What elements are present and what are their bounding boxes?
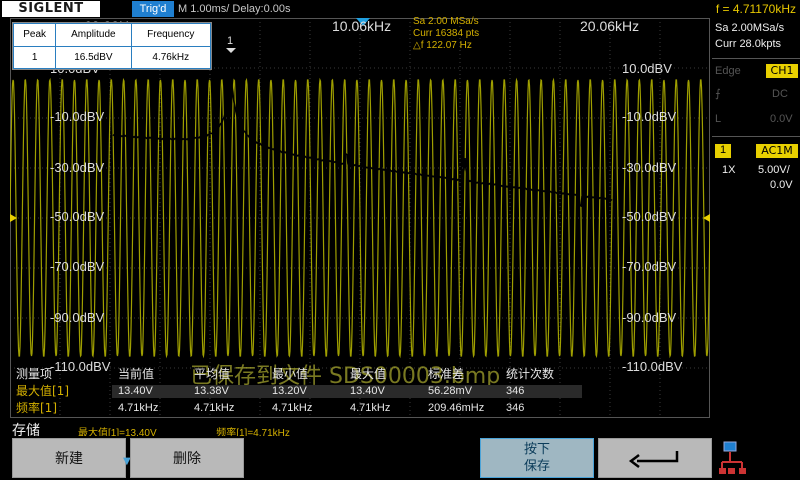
db-label-right: -10.0dBV [622, 109, 677, 124]
freq-label-center: 10.06kHz [332, 18, 392, 34]
peak-table-cell: 1 [12, 45, 57, 69]
meas-value: 13.20V [272, 385, 307, 397]
db-label-right: 10.0dBV [622, 61, 672, 76]
trigger-level: 0.0V [770, 113, 793, 125]
db-label-left: -10.0dBV [50, 109, 105, 124]
right-info-panel: Sa 2.00MSa/s Curr 28.0kpts Edge CH1 ⨍ DC… [712, 18, 800, 436]
meas-name: 最大值[1] [16, 384, 69, 398]
measurement-row: 频率[1] 4.71kHz 4.71kHz 4.71kHz 4.71kHz 20… [12, 402, 602, 416]
measurement-table: 测量项 当前值 平均值 最小值 最大值 标准差 统计次数 最大值[1] 13.4… [12, 366, 602, 418]
peak-table-cell: 4.76kHz [130, 45, 211, 69]
peak-table-header: Frequency [130, 23, 211, 47]
trigger-type[interactable]: Edge [715, 65, 741, 78]
peak-table-header: Peak [12, 23, 57, 47]
meas-name: 频率[1] [16, 401, 57, 415]
channel-1-icon[interactable]: 1 [715, 144, 731, 158]
meas-header: 当前值 [118, 367, 155, 381]
trigger-coupling: DC [772, 88, 788, 100]
meas-value: 4.71kHz [272, 402, 313, 414]
fft-sample-rate: Sa 2.00 MSa/s [413, 16, 479, 27]
save-button[interactable]: 按下 保存 [480, 438, 594, 478]
delete-button[interactable]: 删除 [130, 438, 244, 478]
db-label-left: -30.0dBV [50, 160, 105, 175]
db-label-right: -90.0dBV [622, 310, 677, 325]
network-icon [719, 441, 746, 474]
panel-divider [712, 136, 800, 137]
peak-marker-label: 1 [227, 35, 233, 47]
meas-header: 标准差 [428, 367, 465, 381]
channel-scale: 5.00V/ [758, 164, 790, 176]
acq-sample-rate: Sa 2.00MSa/s [715, 22, 785, 34]
return-arrow-icon [628, 451, 679, 468]
new-button-label: 新建 [55, 451, 83, 467]
channel-probe: 1X [722, 164, 736, 176]
meas-value: 346 [506, 385, 525, 397]
panel-divider [712, 58, 800, 59]
peak-table: Peak Amplitude Frequency 1 16.5dBV 4.76k… [12, 22, 212, 70]
peak-table-header: Amplitude [55, 23, 132, 47]
trigger-level-icon: L [715, 113, 722, 125]
fft-points: Curr 16384 pts [413, 28, 480, 39]
db-label-left: -50.0dBV [50, 209, 105, 224]
scope-display[interactable]: 1 60.00Hz 10.06kHz 20.06kHz 10.0dBV -10.… [10, 18, 710, 418]
save-button-line1: 按下 [523, 442, 550, 457]
trigger-slope-icon: ⨍ [715, 88, 721, 100]
meas-value: 209.46mHz [428, 402, 485, 414]
peak-table-cell: 16.5dBV [55, 45, 132, 69]
delete-button-label: 删除 [173, 451, 201, 467]
db-label-right: -110.0dBV [622, 359, 683, 374]
peak-marker-arrow [226, 48, 236, 53]
meas-header: 最小值 [272, 367, 309, 381]
meas-value: 13.40V [118, 385, 153, 397]
fft-info: Sa 2.00 MSa/s Curr 16384 pts △f 122.07 H… [413, 16, 479, 52]
softkey-bar: 新建 ▼ 删除 按下 保存 [0, 436, 800, 480]
timebase-readout: M 1.00ms/ Delay:0.00s [178, 3, 291, 15]
trigger-status-badge: Trig'd [132, 1, 174, 17]
meas-value: 4.71kHz [118, 402, 159, 414]
trigger-source-badge[interactable]: CH1 [766, 64, 798, 78]
meas-value: 56.28mV [428, 385, 473, 397]
trigger-frequency-readout: f = 4.71170kHz [715, 2, 796, 16]
channel-coupling-badge[interactable]: AC1M [756, 144, 798, 158]
measurement-row: 最大值[1] 13.40V 13.38V 13.20V 13.40V 56.28… [12, 385, 602, 399]
meas-value: 4.71kHz [194, 402, 235, 414]
new-button[interactable]: 新建 ▼ [12, 438, 131, 478]
top-status-bar: SIGLENT Trig'd M 1.00ms/ Delay:0.00s f =… [0, 0, 800, 18]
meas-header: 平均值 [194, 367, 231, 381]
back-button[interactable] [598, 438, 712, 478]
meas-value: 4.71kHz [350, 402, 391, 414]
freq-label-end: 20.06kHz [580, 18, 640, 34]
meas-value: 13.38V [194, 385, 229, 397]
meas-header: 统计次数 [506, 367, 555, 381]
save-button-line2: 保存 [523, 459, 550, 474]
meas-value: 13.40V [350, 385, 385, 397]
meas-header: 最大值 [350, 367, 387, 381]
measurement-header-row: 测量项 当前值 平均值 最小值 最大值 标准差 统计次数 [12, 368, 602, 382]
brand-logo: SIGLENT [2, 1, 100, 17]
db-label-right: -50.0dBV [622, 209, 677, 224]
db-label-left: -90.0dBV [50, 310, 105, 325]
meas-header: 测量项 [16, 367, 53, 381]
fft-resolution: △f 122.07 Hz [413, 40, 472, 51]
db-label-left: -70.0dBV [50, 259, 105, 274]
channel-offset: 0.0V [770, 179, 793, 191]
db-label-right: -70.0dBV [622, 259, 677, 274]
meas-value: 346 [506, 402, 525, 414]
db-label-right: -30.0dBV [622, 160, 677, 175]
acq-memory-depth: Curr 28.0kpts [715, 38, 782, 50]
